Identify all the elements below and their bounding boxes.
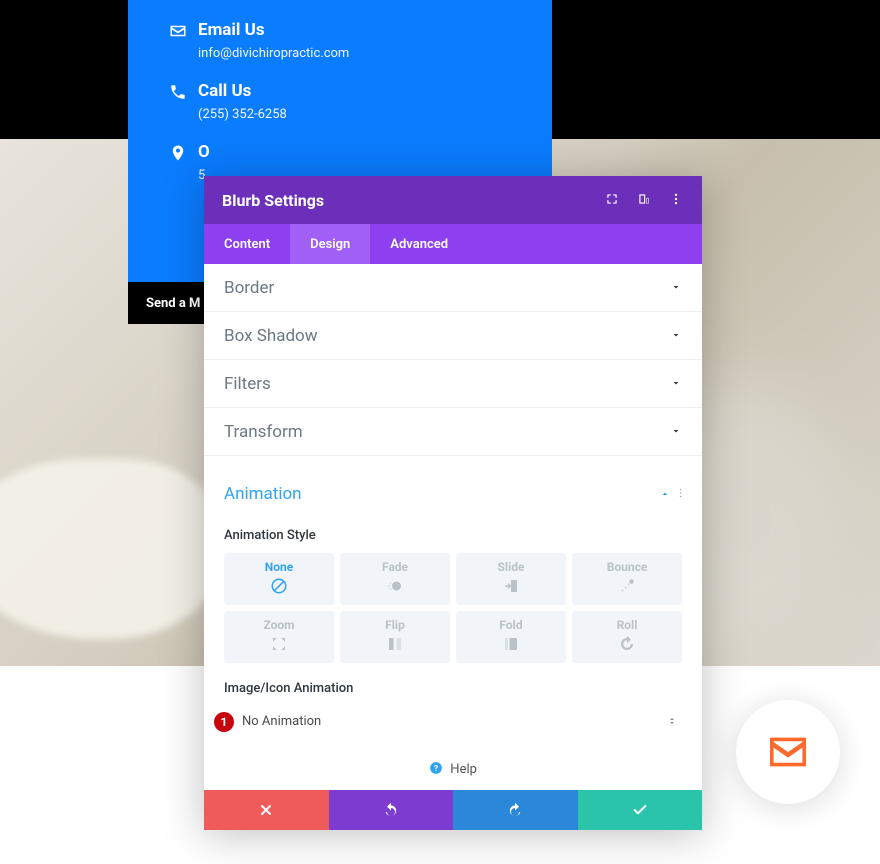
image-animation-select[interactable]: No Animation: [238, 706, 682, 737]
chevron-down-icon: [670, 374, 682, 393]
anim-option-zoom[interactable]: Zoom: [224, 611, 334, 663]
modal-tabs: Content Design Advanced: [204, 224, 702, 264]
animation-style-label: Animation Style: [224, 528, 682, 543]
redo-button[interactable]: [453, 790, 578, 830]
anim-option-flip[interactable]: Flip: [340, 611, 450, 663]
more-icon[interactable]: [660, 191, 692, 210]
expand-icon[interactable]: [596, 191, 628, 210]
help-link[interactable]: ? Help: [224, 737, 682, 790]
modal-title: Blurb Settings: [222, 191, 596, 210]
phone-icon: [158, 81, 198, 122]
chevron-up-icon: [659, 485, 671, 504]
image-animation-row: 1 No Animation: [224, 706, 682, 737]
image-animation-value: No Animation: [238, 706, 682, 737]
mail-icon: [158, 20, 198, 61]
select-arrows-icon: [668, 712, 676, 731]
tab-advanced[interactable]: Advanced: [370, 224, 468, 264]
modal-footer: [204, 790, 702, 830]
undo-button[interactable]: [329, 790, 454, 830]
blurb-settings-modal: Blurb Settings Content Design Advanced B…: [204, 176, 702, 830]
fold-icon: [502, 635, 520, 657]
fade-icon: [386, 577, 404, 599]
anim-option-fold[interactable]: Fold: [456, 611, 566, 663]
chevron-down-icon: [670, 422, 682, 441]
chevron-down-icon: [670, 278, 682, 297]
anim-option-bounce[interactable]: Bounce: [572, 553, 682, 605]
slide-icon: [502, 577, 520, 599]
ban-icon: [270, 577, 288, 599]
tab-content[interactable]: Content: [204, 224, 290, 264]
section-filters[interactable]: Filters: [204, 360, 702, 408]
email-value: info@divichiropractic.com: [198, 46, 349, 61]
mail-icon: [766, 734, 810, 770]
contact-email-row[interactable]: Email Us info@divichiropractic.com: [128, 10, 552, 71]
section-animation[interactable]: Animation: [204, 470, 702, 518]
roll-icon: [618, 635, 636, 657]
anim-option-slide[interactable]: Slide: [456, 553, 566, 605]
contact-fab[interactable]: [736, 700, 840, 804]
modal-header[interactable]: Blurb Settings: [204, 176, 702, 224]
bounce-icon: [618, 577, 636, 599]
help-label: Help: [450, 762, 477, 777]
call-value: (255) 352-6258: [198, 107, 287, 122]
send-message-label: Send a M: [146, 296, 200, 311]
animation-panel: Animation Style None Fade Slide Bounce: [204, 528, 702, 790]
anim-option-none[interactable]: None: [224, 553, 334, 605]
confirm-button[interactable]: [578, 790, 703, 830]
svg-text:?: ?: [434, 763, 438, 773]
modal-body: Border Box Shadow Filters Transform Anim…: [204, 264, 702, 790]
contact-call-row[interactable]: Call Us (255) 352-6258: [128, 71, 552, 132]
anim-option-roll[interactable]: Roll: [572, 611, 682, 663]
tab-design[interactable]: Design: [290, 224, 370, 264]
image-animation-label: Image/Icon Animation: [224, 681, 682, 696]
animation-style-grid: None Fade Slide Bounce Zoom: [224, 553, 682, 663]
cancel-button[interactable]: [204, 790, 329, 830]
section-more-icon[interactable]: [679, 485, 682, 504]
section-box-shadow[interactable]: Box Shadow: [204, 312, 702, 360]
email-title: Email Us: [198, 20, 349, 40]
anim-option-fade[interactable]: Fade: [340, 553, 450, 605]
call-title: Call Us: [198, 81, 287, 101]
flip-icon: [386, 635, 404, 657]
section-border[interactable]: Border: [204, 264, 702, 312]
zoom-icon: [270, 635, 288, 657]
callout-badge-1: 1: [214, 712, 234, 732]
location-icon: [158, 142, 198, 183]
location-title-partial: O: [198, 142, 210, 162]
responsive-icon[interactable]: [628, 191, 660, 210]
section-transform[interactable]: Transform: [204, 408, 702, 456]
chevron-down-icon: [670, 326, 682, 345]
